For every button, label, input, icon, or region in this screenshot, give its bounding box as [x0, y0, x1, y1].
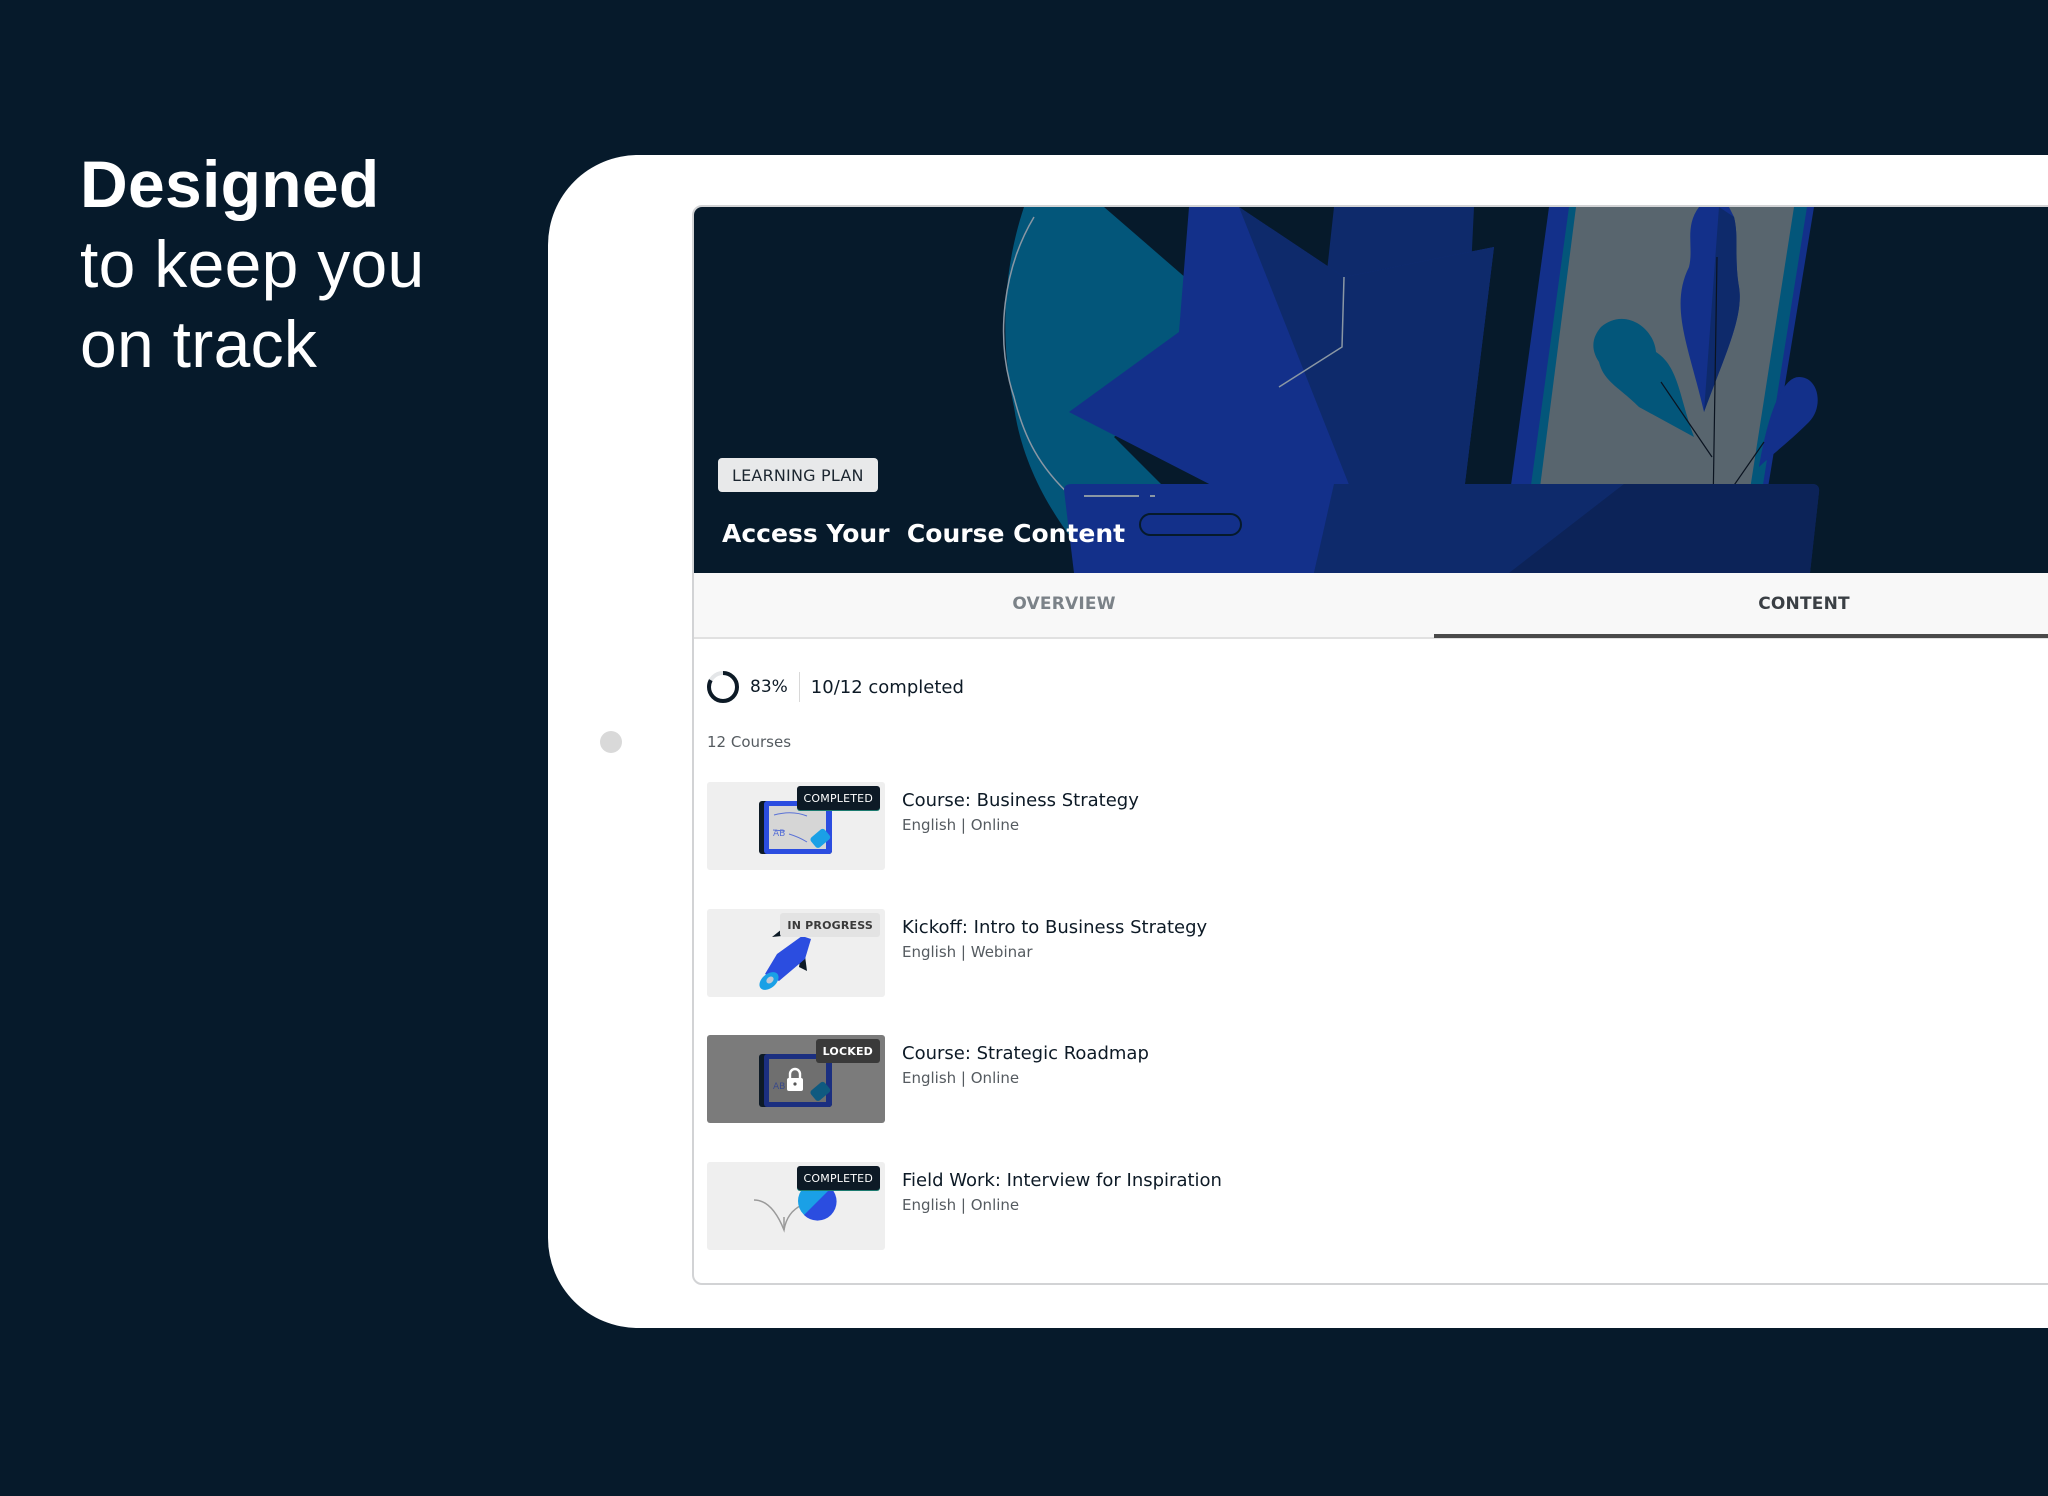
tablet-home-button — [600, 731, 622, 753]
course-meta: English | Online — [902, 816, 1020, 834]
status-badge: LOCKED — [815, 1039, 880, 1063]
marketing-headline: Designed to keep you on track — [80, 144, 425, 384]
headline-line-1: Designed — [80, 147, 380, 221]
hero-banner: LEARNING PLAN Access Your Course Content — [694, 207, 2048, 573]
course-meta: English | Online — [902, 1069, 1020, 1087]
status-badge: COMPLETED — [796, 1166, 880, 1190]
progress-completed-count: 10/12 completed — [810, 676, 964, 698]
course-title[interactable]: Kickoff: Intro to Business Strategy — [902, 917, 1207, 938]
banner-title: Access Your Course Content — [722, 519, 1126, 548]
course-row[interactable]: AB LOCKED Course: Strategic Roadmap Engl… — [707, 1035, 2007, 1125]
course-meta: English | Webinar — [902, 943, 1033, 961]
status-badge: IN PROGRESS — [780, 913, 880, 937]
progress-ring-icon — [707, 671, 739, 703]
headline-line-2: to keep you — [80, 227, 425, 301]
course-title[interactable]: Course: Business Strategy — [902, 790, 1139, 811]
course-count: 12 Courses — [707, 733, 792, 751]
app-screen: LEARNING PLAN Access Your Course Content… — [692, 205, 2048, 1285]
tab-content[interactable]: CONTENT — [1434, 573, 2048, 638]
course-thumbnail: IN PROGRESS — [707, 909, 885, 997]
course-row[interactable]: IN PROGRESS Kickoff: Intro to Business S… — [707, 909, 2007, 999]
progress-summary: 83% 10/12 completed — [706, 669, 964, 705]
course-title[interactable]: Field Work: Interview for Inspiration — [902, 1170, 1222, 1191]
svg-text:AB: AB — [773, 1082, 785, 1092]
tab-content-label: CONTENT — [1758, 594, 1850, 614]
headline-line-3: on track — [80, 307, 318, 381]
course-row[interactable]: COMPLETED Field Work: Interview for Insp… — [707, 1162, 2007, 1252]
learning-plan-badge: LEARNING PLAN — [718, 458, 878, 492]
progress-percent: 83% — [750, 677, 788, 697]
course-thumbnail: COMPLETED — [707, 1162, 885, 1250]
tab-overview[interactable]: OVERVIEW — [694, 573, 1434, 637]
progress-divider — [798, 672, 800, 702]
tab-bar: OVERVIEW CONTENT — [694, 573, 2048, 639]
course-thumbnail: AB LOCKED — [707, 1035, 885, 1123]
course-thumbnail: AB COMPLETED — [707, 782, 885, 870]
svg-text:AB: AB — [773, 829, 785, 839]
course-row[interactable]: AB COMPLETED Course: Business Strategy E… — [707, 782, 2007, 872]
course-meta: English | Online — [902, 1196, 1020, 1214]
course-title[interactable]: Course: Strategic Roadmap — [902, 1043, 1149, 1064]
tab-overview-label: OVERVIEW — [1012, 594, 1116, 614]
active-tab-indicator — [1434, 634, 2048, 638]
status-badge: COMPLETED — [796, 786, 880, 810]
